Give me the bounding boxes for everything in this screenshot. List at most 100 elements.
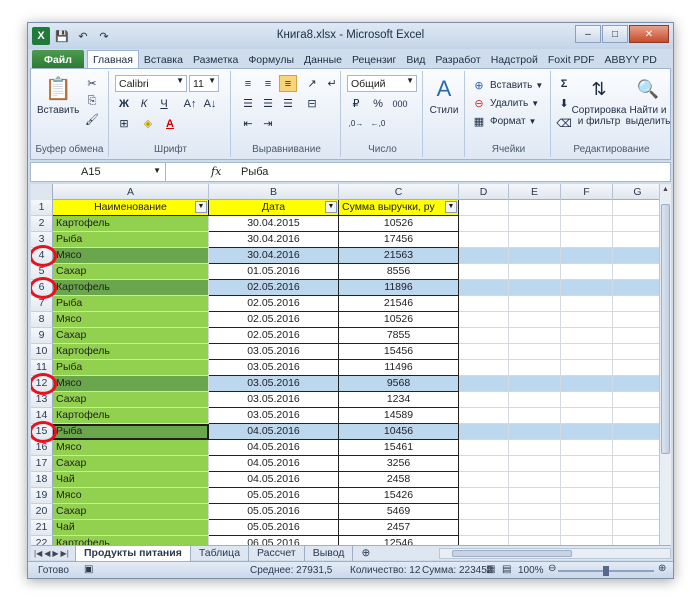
name-cell[interactable]: Сахар <box>53 264 209 280</box>
header-cell-name[interactable]: Наименование ▼ <box>53 200 209 216</box>
font-name-combo[interactable]: Calibri ▼ <box>115 75 187 92</box>
increase-decimal-icon[interactable]: ,0→ <box>347 115 365 132</box>
date-cell[interactable]: 02.05.2016 <box>209 328 339 344</box>
macro-record-icon[interactable]: ▣ <box>84 564 93 575</box>
tab-foxit-pdf[interactable]: Foxit PDF <box>543 50 600 69</box>
table-cell[interactable] <box>561 360 613 376</box>
table-cell[interactable] <box>509 280 561 296</box>
table-cell[interactable] <box>459 360 509 376</box>
table-cell[interactable] <box>509 376 561 392</box>
align-center-icon[interactable]: ☰ <box>259 95 277 112</box>
revenue-cell[interactable]: 2457 <box>339 520 459 536</box>
name-cell[interactable]: Рыба <box>53 296 209 312</box>
table-cell[interactable] <box>613 360 659 376</box>
table-cell[interactable] <box>613 520 659 536</box>
worksheet-grid[interactable]: A B C D E F G 1 Наименование ▼ Дата ▼ Су… <box>31 184 659 560</box>
table-cell[interactable] <box>459 216 509 232</box>
cut-icon[interactable]: ✂ <box>83 75 101 92</box>
date-cell[interactable]: 02.05.2016 <box>209 280 339 296</box>
table-cell[interactable] <box>509 472 561 488</box>
row-header[interactable]: 9 <box>31 328 53 344</box>
filter-dropdown-icon[interactable]: ▼ <box>195 201 207 213</box>
revenue-cell[interactable]: 1234 <box>339 392 459 408</box>
decrease-indent-icon[interactable]: ⇤ <box>239 115 257 132</box>
row-header[interactable]: 2 <box>31 216 53 232</box>
row-header[interactable]: 10 <box>31 344 53 360</box>
format-painter-icon[interactable]: 🖌 <box>83 111 101 128</box>
name-cell[interactable]: Чай <box>53 472 209 488</box>
date-cell[interactable]: 03.05.2016 <box>209 344 339 360</box>
table-cell[interactable] <box>509 440 561 456</box>
table-cell[interactable] <box>459 200 509 216</box>
table-cell[interactable] <box>561 424 613 440</box>
table-cell[interactable] <box>561 296 613 312</box>
fill-color-icon[interactable]: ◈ <box>139 115 157 132</box>
sheet-tab-products[interactable]: Продукты питания <box>75 545 191 561</box>
page-layout-view-icon[interactable]: ▤ <box>502 564 511 575</box>
borders-icon[interactable]: ⊞ <box>115 115 133 132</box>
table-cell[interactable] <box>509 216 561 232</box>
table-cell[interactable] <box>561 216 613 232</box>
autosum-button[interactable]: Σ <box>555 75 573 92</box>
next-sheet-icon[interactable]: ▶ <box>52 549 58 558</box>
table-cell[interactable] <box>561 520 613 536</box>
align-left-icon[interactable]: ☰ <box>239 95 257 112</box>
filter-dropdown-icon[interactable]: ▼ <box>445 201 457 213</box>
revenue-cell[interactable]: 11896 <box>339 280 459 296</box>
table-cell[interactable] <box>459 424 509 440</box>
table-cell[interactable] <box>459 392 509 408</box>
clear-icon[interactable]: ⌫ <box>555 115 573 132</box>
sort-filter-button[interactable]: ⇅ Сортировка и фильтр <box>572 73 627 128</box>
table-cell[interactable] <box>459 488 509 504</box>
table-cell[interactable] <box>509 264 561 280</box>
table-cell[interactable] <box>459 376 509 392</box>
date-cell[interactable]: 03.05.2016 <box>209 408 339 424</box>
table-cell[interactable] <box>459 408 509 424</box>
maximize-button[interactable]: □ <box>602 25 628 43</box>
table-cell[interactable] <box>459 344 509 360</box>
revenue-cell[interactable]: 15456 <box>339 344 459 360</box>
revenue-cell[interactable]: 10526 <box>339 216 459 232</box>
table-cell[interactable] <box>561 280 613 296</box>
name-cell[interactable]: Мясо <box>53 248 209 264</box>
table-cell[interactable] <box>561 392 613 408</box>
revenue-cell[interactable]: 2458 <box>339 472 459 488</box>
table-cell[interactable] <box>509 312 561 328</box>
revenue-cell[interactable]: 21563 <box>339 248 459 264</box>
table-cell[interactable] <box>613 312 659 328</box>
date-cell[interactable]: 30.04.2016 <box>209 248 339 264</box>
normal-view-icon[interactable]: ▦ <box>486 564 495 575</box>
tab-developer[interactable]: Разработ <box>430 50 485 69</box>
tab-formulas[interactable]: Формулы <box>243 50 299 69</box>
styles-button[interactable]: A Стили <box>429 73 459 116</box>
revenue-cell[interactable]: 10456 <box>339 424 459 440</box>
wrap-text-icon[interactable]: ↵ <box>323 75 341 92</box>
table-cell[interactable] <box>613 216 659 232</box>
revenue-cell[interactable]: 8556 <box>339 264 459 280</box>
table-cell[interactable] <box>459 472 509 488</box>
sheet-tab-table[interactable]: Таблица <box>191 545 250 561</box>
table-cell[interactable] <box>613 328 659 344</box>
table-cell[interactable] <box>509 232 561 248</box>
sheet-tab-calc[interactable]: Рассчет <box>249 545 305 561</box>
align-right-icon[interactable]: ☰ <box>279 95 297 112</box>
name-cell[interactable]: Чай <box>53 520 209 536</box>
table-cell[interactable] <box>613 488 659 504</box>
tab-addins[interactable]: Надстрой <box>486 50 543 69</box>
first-sheet-icon[interactable]: |◀ <box>34 549 42 558</box>
last-sheet-icon[interactable]: ▶| <box>61 549 69 558</box>
table-cell[interactable] <box>561 312 613 328</box>
name-cell[interactable]: Картофель <box>53 216 209 232</box>
name-cell[interactable]: Сахар <box>53 456 209 472</box>
table-cell[interactable] <box>561 456 613 472</box>
percent-button[interactable]: % <box>369 95 387 112</box>
date-cell[interactable]: 30.04.2016 <box>209 232 339 248</box>
row-header[interactable]: 8 <box>31 312 53 328</box>
tab-data[interactable]: Данные <box>299 50 347 69</box>
name-cell[interactable]: Мясо <box>53 376 209 392</box>
table-cell[interactable] <box>561 488 613 504</box>
name-cell[interactable]: Картофель <box>53 344 209 360</box>
delete-cells-button[interactable]: ⊖ Удалить ▼ <box>471 95 539 111</box>
table-cell[interactable] <box>459 312 509 328</box>
sheet-tab-output[interactable]: Вывод <box>305 545 354 561</box>
